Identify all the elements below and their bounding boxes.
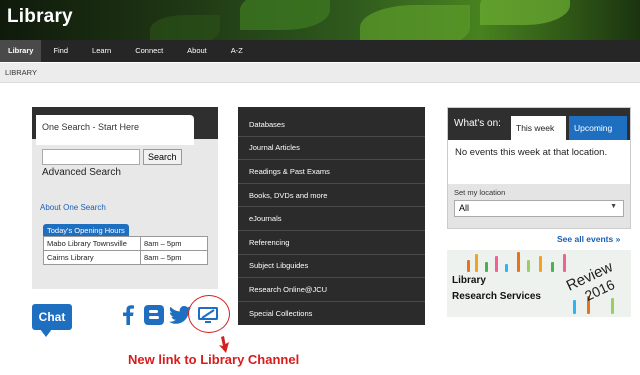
hours-time: 8am – 5pm xyxy=(140,250,208,265)
review-2016-banner[interactable]: Library Research Services Review 2016 xyxy=(447,250,631,317)
leaf-decoration xyxy=(240,0,330,30)
highlight-circle xyxy=(188,295,230,333)
hours-place: Cairns Library xyxy=(43,250,141,265)
tab-this-week[interactable]: This week xyxy=(511,116,566,140)
location-label: Set my location xyxy=(454,188,506,197)
tab-one-search[interactable]: One Search - Start Here xyxy=(36,115,194,145)
leaf-decoration xyxy=(480,0,570,25)
search-input[interactable] xyxy=(42,149,140,165)
chevron-down-icon: ▼ xyxy=(610,203,617,210)
link-research-online[interactable]: Research Online@JCU xyxy=(238,278,425,302)
location-value: All xyxy=(459,203,470,213)
nav-item-connect[interactable]: Connect xyxy=(123,40,175,62)
site-title[interactable]: Library xyxy=(7,6,73,28)
decor-bar xyxy=(551,262,554,272)
nav-item-about[interactable]: About xyxy=(175,40,219,62)
location-select[interactable]: All ▼ xyxy=(454,200,624,217)
nav-item-learn[interactable]: Learn xyxy=(80,40,123,62)
whats-on-panel: What's on: This week Upcoming No events … xyxy=(447,107,631,229)
breadcrumb: LIBRARY xyxy=(0,63,640,83)
search-button[interactable]: Search xyxy=(143,149,182,165)
header-banner: Library xyxy=(0,0,640,40)
whats-on-header: What's on: This week Upcoming xyxy=(448,108,630,140)
advanced-search-link[interactable]: Advanced Search xyxy=(42,167,121,178)
search-panel-header: One Search - Start Here xyxy=(32,107,218,145)
quick-links-panel: Databases Journal Articles Readings & Pa… xyxy=(238,107,425,325)
link-referencing[interactable]: Referencing xyxy=(238,231,425,255)
decor-bar xyxy=(475,254,478,272)
table-row: Cairns Library 8am – 5pm xyxy=(43,250,208,265)
nav-item-find[interactable]: Find xyxy=(41,40,80,62)
decor-bar xyxy=(539,256,542,272)
link-special-collections[interactable]: Special Collections xyxy=(238,302,425,326)
decor-bar xyxy=(611,298,614,314)
nav-item-library[interactable]: Library xyxy=(0,40,42,62)
decor-bar xyxy=(467,260,470,272)
decor-bar xyxy=(495,256,498,272)
nav-item-a-z[interactable]: A-Z xyxy=(219,40,255,62)
events-message: No events this week at that location. xyxy=(455,147,608,158)
whats-on-label: What's on: xyxy=(454,118,501,129)
leaf-decoration xyxy=(360,5,470,40)
facebook-icon[interactable] xyxy=(118,304,138,326)
review-title-line1: Library xyxy=(452,275,486,286)
tab-upcoming[interactable]: Upcoming xyxy=(569,116,627,140)
chat-label: Chat xyxy=(32,304,72,330)
link-journal-articles[interactable]: Journal Articles xyxy=(238,137,425,161)
link-books-dvds[interactable]: Books, DVDs and more xyxy=(238,184,425,208)
main-nav: Library Find Learn Connect About A-Z xyxy=(0,40,640,62)
hours-time: 8am – 5pm xyxy=(140,236,208,251)
hours-place: Mabo Library Townsville xyxy=(43,236,141,251)
link-readings-past-exams[interactable]: Readings & Past Exams xyxy=(238,160,425,184)
opening-hours-table: Mabo Library Townsville 8am – 5pm Cairns… xyxy=(43,236,208,265)
decor-bar xyxy=(485,262,488,272)
see-all-events-link[interactable]: See all events » xyxy=(557,234,620,244)
about-one-search-link[interactable]: About One Search xyxy=(40,203,106,212)
search-row: Search xyxy=(42,149,182,165)
blogger-icon[interactable] xyxy=(144,304,164,326)
table-row: Mabo Library Townsville 8am – 5pm xyxy=(43,236,208,251)
chat-button[interactable]: Chat xyxy=(32,304,72,337)
decor-bar xyxy=(563,254,566,272)
location-box: Set my location All ▼ xyxy=(448,184,630,228)
link-databases[interactable]: Databases xyxy=(238,113,425,137)
decor-bar xyxy=(573,300,576,314)
annotation-text: New link to Library Channel xyxy=(128,352,300,367)
link-ejournals[interactable]: eJournals xyxy=(238,207,425,231)
leaf-decoration xyxy=(150,15,220,40)
one-search-panel: One Search - Start Here Search Advanced … xyxy=(32,107,218,289)
review-title-line2: Research Services xyxy=(452,291,541,302)
decor-bar xyxy=(505,264,508,272)
decor-bar xyxy=(517,252,520,272)
chat-bubble-tail xyxy=(40,329,52,337)
link-subject-libguides[interactable]: Subject Libguides xyxy=(238,255,425,279)
decor-bar xyxy=(527,260,530,272)
